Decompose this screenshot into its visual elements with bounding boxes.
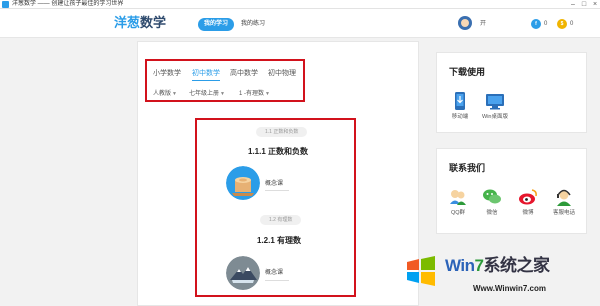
mobile-icon [450,91,470,111]
download-card: 下载使用 移动端 Win桌面版 [436,52,587,133]
download-mobile[interactable]: 移动端 [447,91,473,122]
logo-part-2: 数学 [140,15,167,30]
watermark-url: Www.Winwin7.com [473,284,546,293]
desktop-icon [485,91,505,111]
avatar-face [461,19,469,27]
contact-weibo[interactable]: 微博 [515,187,541,218]
maximize-icon[interactable]: □ [579,0,589,9]
download-desktop-label: Win桌面版 [482,114,508,120]
app-header: 洋葱数学 我的学习 我的练习 开 f 0 $ 0 [0,9,600,38]
contact-weibo-label: 微博 [522,210,534,216]
app-icon [2,1,9,8]
watermark-brand: Win7系统之家 [445,256,550,276]
contact-wechat[interactable]: 微信 [479,187,505,218]
contact-qq-label: QQ群 [450,210,466,216]
download-desktop[interactable]: Win桌面版 [478,91,512,122]
close-icon[interactable]: × [590,0,600,9]
onion-coin-icon: f [531,19,541,29]
contact-card: 联系我们 QQ群 微信 微博 客服电话 [436,148,587,234]
highlight-box-lessons [195,118,356,297]
download-mobile-label: 移动端 [451,114,469,120]
watermark-brand-c: 系统之家 [483,256,550,275]
gold-coin-icon: $ [557,19,567,29]
minimize-icon[interactable]: – [568,0,578,9]
contact-wechat-label: 微信 [486,210,498,216]
download-title: 下载使用 [449,67,486,77]
customer-service-icon [554,187,574,207]
logo-part-1: 洋葱 [114,15,141,30]
contact-service-label: 客服电话 [552,210,575,216]
contact-customer-service[interactable]: 客服电话 [549,187,579,218]
avatar[interactable] [458,16,472,30]
wechat-icon [482,187,502,207]
onion-coin-value: 0 [544,21,548,27]
highlight-box-filters [145,59,305,102]
user-name[interactable]: 开 [480,18,486,31]
nav-my-practice[interactable]: 我的练习 [241,18,265,31]
contact-qq-group[interactable]: QQ群 [445,187,471,218]
gold-coin-value: 0 [570,21,574,27]
course-panel: 小学数学 初中数学 高中数学 初中物理 人教版▼ 七年级上册▼ 1 -有理数▼ … [137,41,419,306]
nav-my-learning[interactable]: 我的学习 [198,18,234,31]
watermark-brand-a: Win [445,256,475,275]
site-watermark: Win7系统之家 Www.Winwin7.com [400,250,600,306]
windows-logo [404,254,438,288]
contact-title: 联系我们 [449,163,486,173]
app-logo[interactable]: 洋葱数学 [114,14,166,32]
window-title: 洋葱数学 —— 创建让孩子最佳的学习世界 [12,1,124,7]
window-titlebar: 洋葱数学 —— 创建让孩子最佳的学习世界 – □ × [0,0,600,9]
qq-group-icon [448,187,468,207]
weibo-icon [518,187,538,207]
